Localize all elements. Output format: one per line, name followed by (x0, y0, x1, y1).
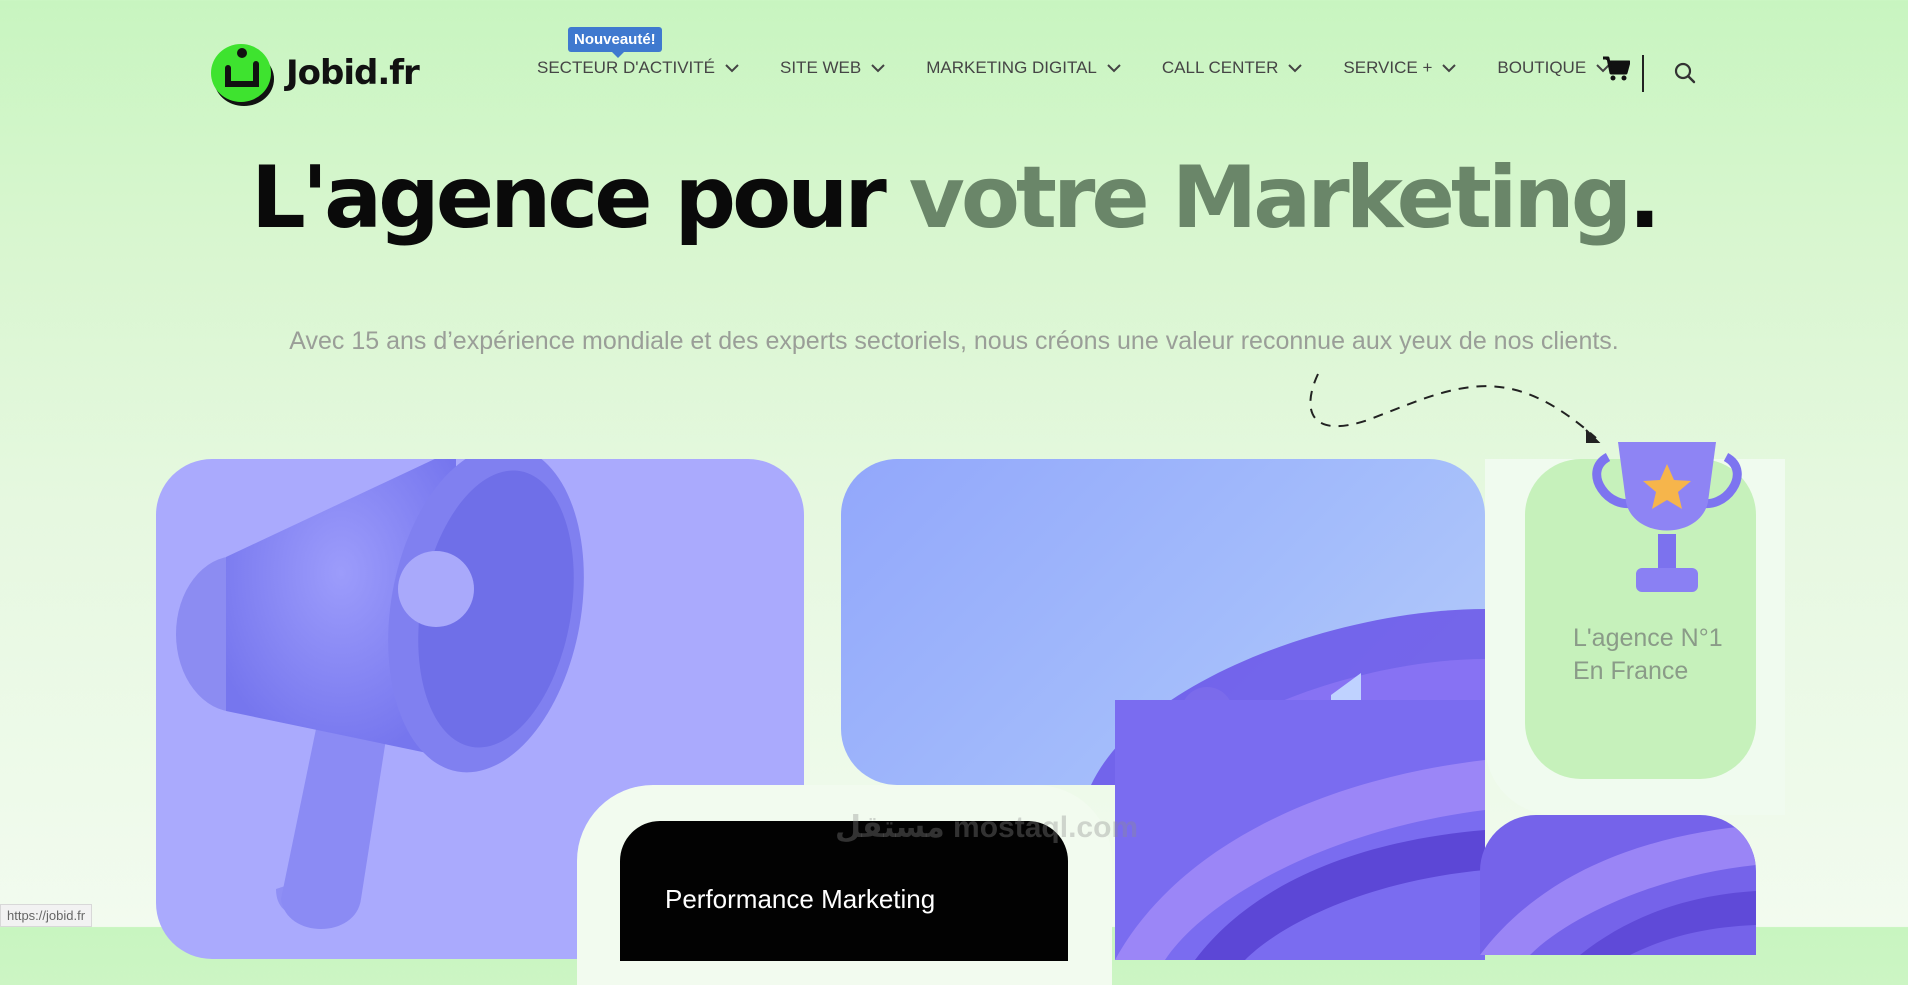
bottom-right-card (1480, 815, 1756, 955)
status-bar-url: https://jobid.fr (0, 904, 93, 927)
nav-item-boutique[interactable]: BOUTIQUE (1497, 58, 1610, 78)
hero-title-dark: L'agence pour (251, 148, 909, 248)
nav-item-site-web[interactable]: SITE WEB (780, 58, 885, 78)
nav-label: SECTEUR D'ACTIVITÉ (537, 58, 715, 77)
logo[interactable]: Jobid.fr (208, 38, 420, 108)
performance-card-title: Performance Marketing (665, 884, 936, 914)
stripes-icon (1115, 760, 1485, 960)
nav-label: BOUTIQUE (1497, 58, 1587, 77)
stripes-icon (1480, 825, 1756, 955)
hero-subtitle: Avec 15 ans d’expérience mondiale et des… (289, 327, 1619, 355)
trophy-card-text: L'agence N°1 En France (1573, 624, 1723, 685)
nav-label: MARKETING DIGITAL (926, 58, 1097, 77)
nav-item-call-center[interactable]: CALL CENTER (1162, 58, 1303, 78)
chevron-down-icon (1288, 64, 1303, 73)
nav-item-secteur[interactable]: SECTEUR D'ACTIVITÉ (537, 58, 739, 78)
hero-title-dot: . (1628, 148, 1661, 248)
nav-label: CALL CENTER (1161, 58, 1279, 77)
nav-label: SERVICE + (1343, 58, 1433, 77)
watermark: مستقل mostaql.com (835, 811, 1139, 844)
nav-label: SITE WEB (780, 58, 862, 77)
trophy-icon (1592, 442, 1742, 592)
logo-icon (208, 38, 278, 108)
nav-item-marketing-digital[interactable]: MARKETING DIGITAL (926, 58, 1121, 78)
chevron-down-icon (1107, 64, 1121, 73)
new-badge: Nouveauté! (568, 27, 662, 58)
chevron-down-icon (871, 64, 885, 73)
brand-name: Jobid.fr (286, 53, 420, 93)
dashed-arrow-icon (1309, 373, 1601, 443)
hero-title-accent: votre Marketing (908, 148, 1633, 248)
purple-stripes-area (1115, 700, 1485, 960)
chevron-down-icon (725, 64, 739, 73)
chevron-down-icon (1442, 64, 1457, 73)
search-icon[interactable] (1674, 62, 1696, 84)
main-nav: SECTEUR D'ACTIVITÉ SITE WEB MARKETING DI… (537, 58, 1610, 78)
nav-item-service-plus[interactable]: SERVICE + (1343, 58, 1457, 78)
cart-icon[interactable] (1602, 56, 1630, 82)
nav-divider (1642, 55, 1644, 92)
hero-title: L'agence pour votre Marketing. (0, 148, 1908, 248)
